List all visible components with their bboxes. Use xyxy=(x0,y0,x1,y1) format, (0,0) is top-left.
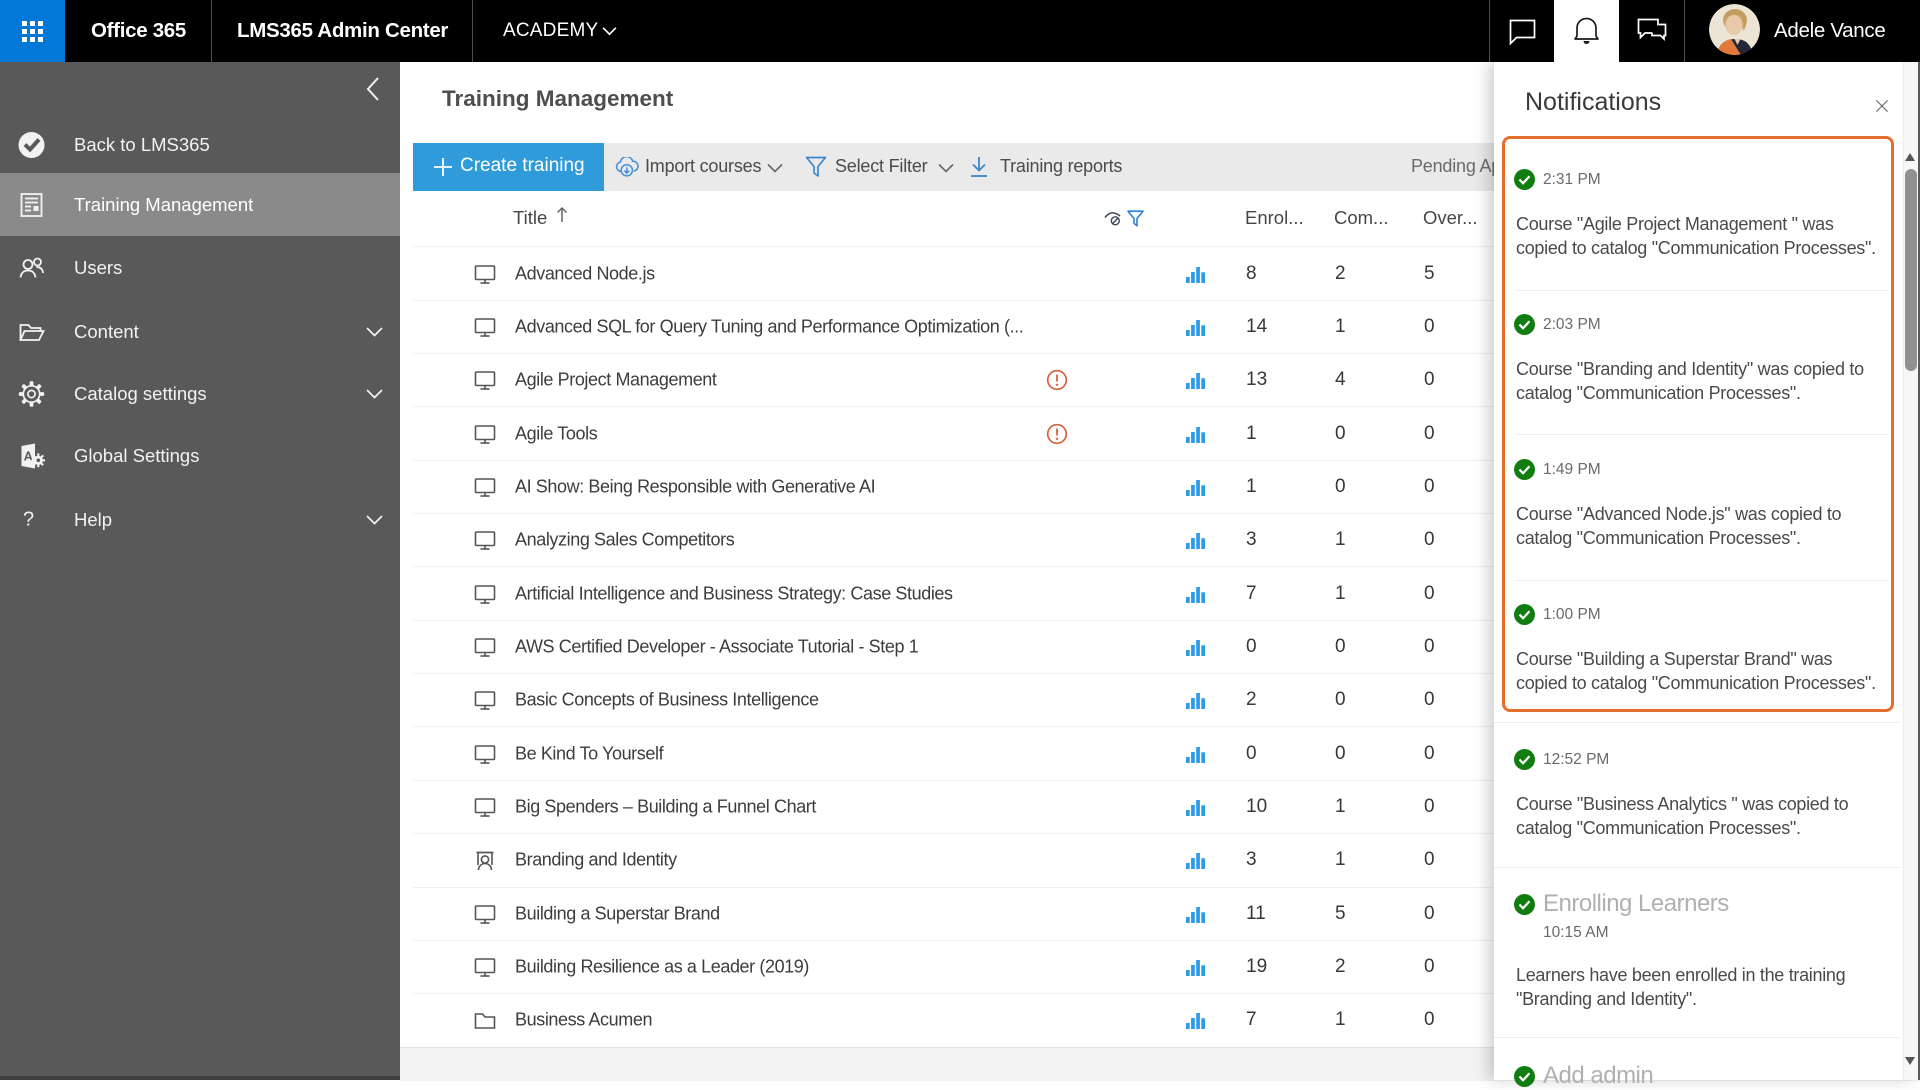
svg-text:A: A xyxy=(24,450,33,464)
